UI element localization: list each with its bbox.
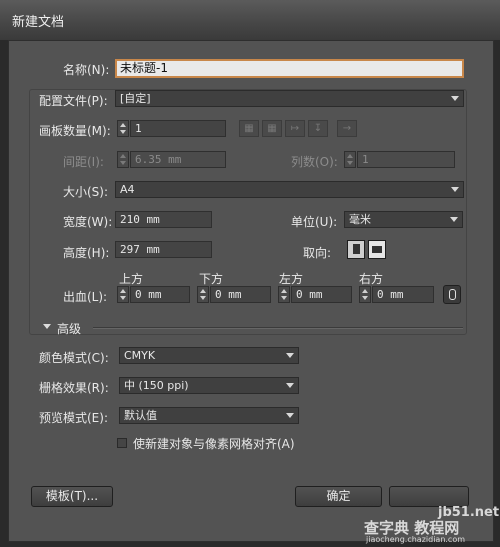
height-label: 高度(H): [63, 246, 110, 260]
preview-mode-label: 预览模式(E): [39, 411, 108, 425]
bleed-top-input[interactable]: 0 mm [130, 286, 190, 303]
width-label: 宽度(W): [63, 215, 113, 229]
landscape-icon[interactable] [368, 240, 386, 259]
chevron-down-icon [286, 383, 294, 388]
bleed-left-stepper[interactable] [278, 286, 290, 303]
profile-label: 配置文件(P): [39, 94, 108, 108]
raster-effects-select[interactable]: 中 (150 ppi) [119, 377, 299, 394]
orientation-label: 取向: [303, 246, 332, 260]
cancel-button[interactable] [389, 486, 469, 507]
chevron-down-icon [286, 353, 294, 358]
chain-link-icon[interactable] [443, 285, 461, 304]
spacing-stepper[interactable] [117, 151, 129, 168]
bleed-left-label: 左方 [279, 272, 304, 286]
columns-input[interactable]: 1 [357, 151, 455, 168]
size-label: 大小(S): [63, 185, 109, 199]
arrange-by-row-icon[interactable]: ↦ [285, 120, 305, 137]
align-pixel-grid-checkbox[interactable] [117, 438, 127, 448]
preview-mode-value: 默认值 [124, 409, 157, 422]
raster-effects-label: 栅格效果(R): [39, 381, 109, 395]
profile-select[interactable]: [自定] [115, 90, 464, 107]
spacing-label: 间距(I): [63, 155, 104, 169]
size-select[interactable]: A4 [115, 181, 464, 198]
height-input[interactable]: 297 mm [115, 241, 212, 258]
chevron-down-icon [451, 187, 459, 192]
size-value: A4 [120, 183, 135, 196]
name-input[interactable]: 未标题-1 [115, 59, 464, 78]
units-select[interactable]: 毫米 [344, 211, 463, 228]
new-document-dialog: 名称(N): 未标题-1 配置文件(P): [自定] 画板数量(M): 1 ▦ … [8, 40, 494, 542]
bleed-bottom-label: 下方 [199, 272, 224, 286]
units-value: 毫米 [349, 213, 371, 226]
bleed-right-label: 右方 [359, 272, 384, 286]
watermark-url: jiaocheng.chazidian.com [366, 535, 466, 544]
advanced-label[interactable]: 高级 [57, 320, 81, 337]
width-input[interactable]: 210 mm [115, 211, 212, 228]
arrange-by-column-icon[interactable]: ↧ [308, 120, 328, 137]
artboard-count-stepper[interactable] [117, 120, 129, 137]
artboard-count-input[interactable]: 1 [130, 120, 226, 137]
bleed-right-stepper[interactable] [359, 286, 371, 303]
grid-by-column-icon[interactable]: ▦ [262, 120, 282, 137]
right-to-left-icon[interactable]: → [337, 120, 357, 137]
artboard-count-label: 画板数量(M): [39, 124, 111, 138]
color-mode-label: 颜色模式(C): [39, 351, 109, 365]
columns-label: 列数(O): [291, 155, 338, 169]
preview-mode-select[interactable]: 默认值 [119, 407, 299, 424]
bleed-bottom-stepper[interactable] [197, 286, 209, 303]
bleed-bottom-input[interactable]: 0 mm [210, 286, 271, 303]
disclosure-triangle-icon[interactable] [43, 324, 51, 329]
bleed-right-input[interactable]: 0 mm [372, 286, 434, 303]
chevron-down-icon [450, 217, 458, 222]
chevron-down-icon [451, 96, 459, 101]
window-title: 新建文档 [12, 15, 65, 30]
bleed-top-stepper[interactable] [117, 286, 129, 303]
templates-button[interactable]: 模板(T)... [31, 486, 113, 507]
bleed-label: 出血(L): [63, 290, 108, 304]
units-label: 单位(U): [291, 215, 338, 229]
color-mode-value: CMYK [124, 349, 156, 362]
ok-button[interactable]: 确定 [295, 486, 382, 507]
bleed-left-input[interactable]: 0 mm [291, 286, 352, 303]
chevron-down-icon [286, 413, 294, 418]
portrait-icon[interactable] [347, 240, 365, 259]
color-mode-select[interactable]: CMYK [119, 347, 299, 364]
bleed-top-label: 上方 [119, 272, 144, 286]
align-pixel-grid-label: 使新建对象与像素网格对齐(A) [133, 437, 295, 451]
spacing-input[interactable]: 6.35 mm [130, 151, 226, 168]
grid-by-row-icon[interactable]: ▦ [239, 120, 259, 137]
name-label: 名称(N): [63, 63, 110, 77]
title-bar: 新建文档 [0, 0, 500, 40]
columns-stepper[interactable] [344, 151, 356, 168]
profile-value: [自定] [120, 92, 151, 105]
raster-effects-value: 中 (150 ppi) [124, 379, 189, 392]
advanced-divider [93, 327, 463, 329]
